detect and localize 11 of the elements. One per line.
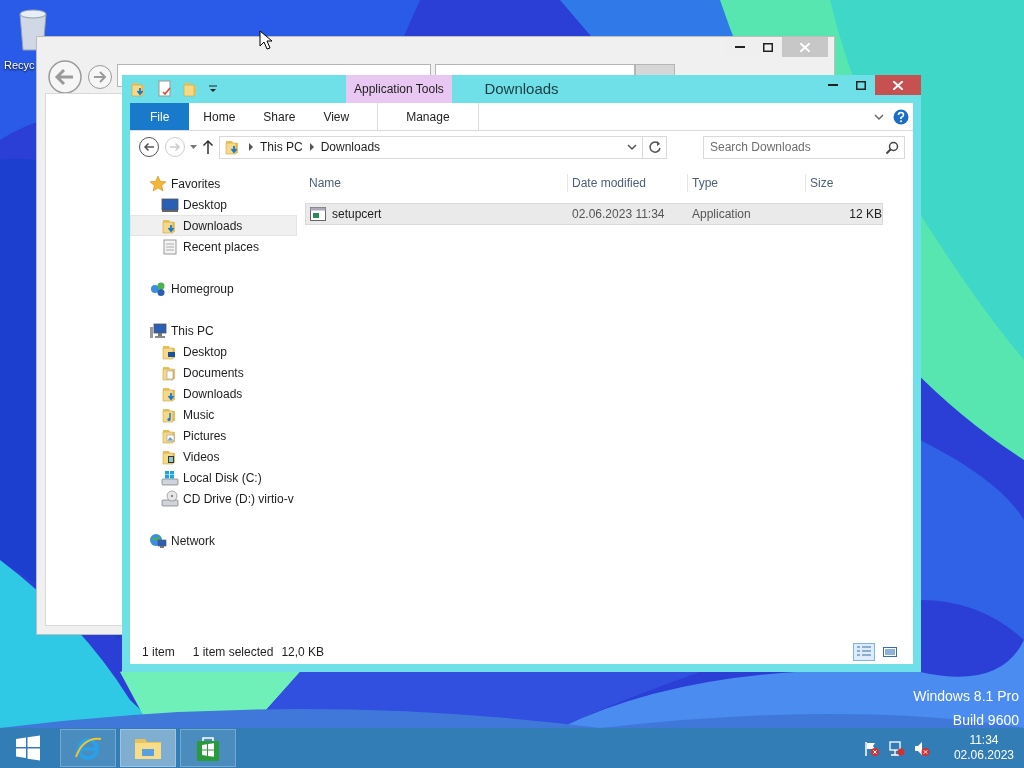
window-title: Downloads xyxy=(484,78,559,99)
contextual-tab-header: Application Tools xyxy=(346,75,452,103)
version-text: Windows 8.1 Pro xyxy=(913,688,1019,704)
status-text: 1 item selected xyxy=(192,644,274,661)
table-cell-text: setupcert xyxy=(332,206,382,223)
table-cell: 12 KB xyxy=(849,207,882,221)
table-cell: Application xyxy=(692,207,751,221)
status-text: 12,0 KB xyxy=(281,644,325,661)
status-text: 1 item xyxy=(142,644,175,661)
version-text: Build 9600 xyxy=(952,712,1019,728)
table-cell: 02.06.2023 11:34 xyxy=(572,207,665,221)
